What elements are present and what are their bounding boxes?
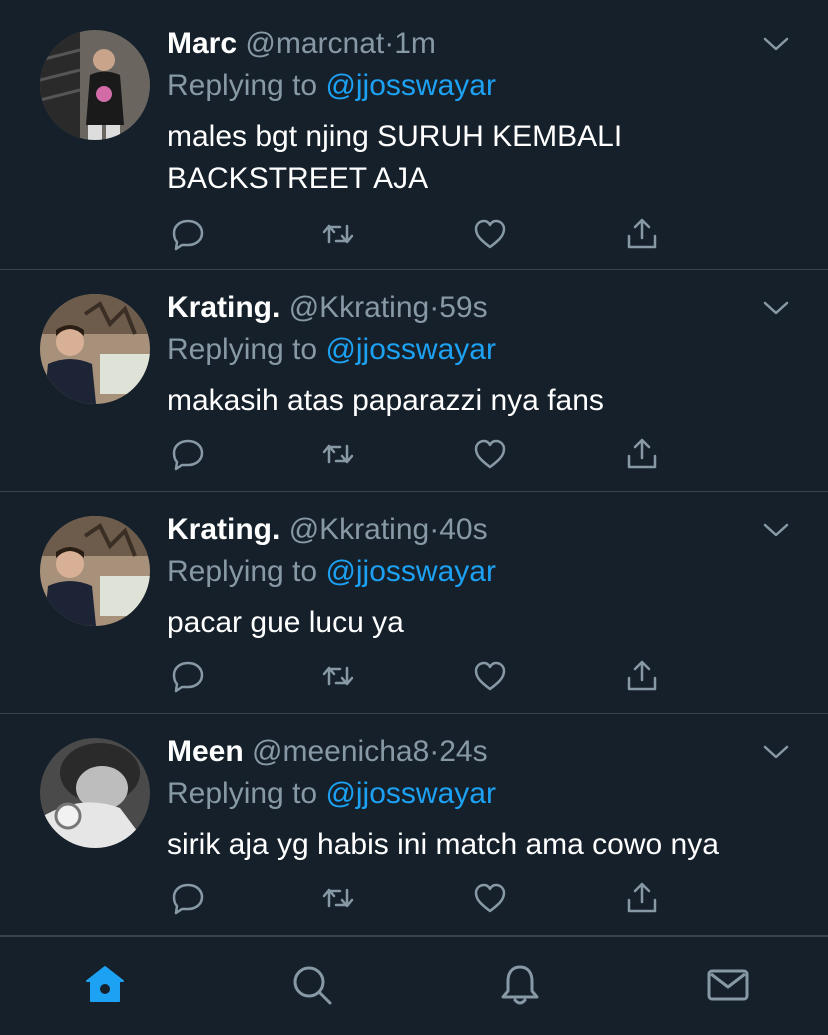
- replying-to-label: Replying to: [167, 777, 318, 810]
- retweet-icon[interactable]: [320, 436, 356, 472]
- share-icon[interactable]: [624, 216, 660, 252]
- tweet[interactable]: Meen @meenicha8·24s Replying to @jjosswa…: [0, 714, 828, 936]
- avatar[interactable]: [40, 294, 150, 404]
- separator: ·: [429, 513, 440, 546]
- mention-link[interactable]: @jjosswayar: [325, 777, 496, 810]
- replying-to: Replying to @jjosswayar: [167, 552, 496, 592]
- home-icon[interactable]: [83, 963, 127, 1007]
- retweet-icon[interactable]: [320, 216, 356, 252]
- display-name[interactable]: Meen: [167, 735, 244, 768]
- bottom-tab-bar: [0, 936, 828, 1035]
- replying-to: Replying to @jjosswayar: [167, 66, 496, 106]
- user-handle[interactable]: @marcnat: [245, 27, 384, 60]
- chevron-down-icon[interactable]: [762, 742, 790, 762]
- display-name[interactable]: Krating.: [167, 291, 280, 324]
- messages-icon[interactable]: [706, 963, 750, 1007]
- replying-to-label: Replying to: [167, 555, 318, 588]
- timestamp[interactable]: 24s: [439, 735, 487, 768]
- tweet-actions: [170, 880, 670, 920]
- reply-icon[interactable]: [170, 880, 206, 916]
- tweet-text: pacar gue lucu ya: [167, 606, 404, 639]
- display-name[interactable]: Marc: [167, 27, 237, 60]
- avatar[interactable]: [40, 738, 150, 848]
- display-name[interactable]: Krating.: [167, 513, 280, 546]
- share-icon[interactable]: [624, 658, 660, 694]
- reply-icon[interactable]: [170, 436, 206, 472]
- search-icon[interactable]: [290, 963, 334, 1007]
- share-icon[interactable]: [624, 436, 660, 472]
- tweet[interactable]: Krating. @Kkrating·59s Replying to @jjos…: [0, 270, 828, 492]
- chevron-down-icon[interactable]: [762, 520, 790, 540]
- chevron-down-icon[interactable]: [762, 298, 790, 318]
- user-handle[interactable]: @Kkrating: [289, 513, 430, 546]
- tweet-text: makasih atas paparazzi nya fans: [167, 384, 604, 417]
- tweet-text: males bgt njing SURUH KEMBALI BACKSTREET…: [167, 120, 623, 195]
- mention-link[interactable]: @jjosswayar: [325, 555, 496, 588]
- timestamp[interactable]: 40s: [439, 513, 487, 546]
- like-icon[interactable]: [472, 880, 508, 916]
- separator: ·: [429, 735, 440, 768]
- separator: ·: [384, 27, 395, 60]
- avatar[interactable]: [40, 516, 150, 626]
- timestamp[interactable]: 59s: [439, 291, 487, 324]
- tweet[interactable]: Marc @marcnat·1m Replying to @jjosswayar…: [0, 0, 828, 270]
- notifications-icon[interactable]: [498, 963, 542, 1007]
- retweet-icon[interactable]: [320, 658, 356, 694]
- retweet-icon[interactable]: [320, 880, 356, 916]
- like-icon[interactable]: [472, 658, 508, 694]
- mention-link[interactable]: @jjosswayar: [325, 333, 496, 366]
- tweet-header: Meen @meenicha8·24s: [167, 732, 488, 772]
- tweet-actions: [170, 658, 670, 698]
- replying-to-label: Replying to: [167, 333, 318, 366]
- replying-to-label: Replying to: [167, 69, 318, 102]
- tweet-header: Marc @marcnat·1m: [167, 24, 436, 64]
- tweet-header: Krating. @Kkrating·59s: [167, 288, 488, 328]
- tweet-actions: [170, 436, 670, 476]
- like-icon[interactable]: [472, 216, 508, 252]
- share-icon[interactable]: [624, 880, 660, 916]
- tweet[interactable]: Krating. @Kkrating·40s Replying to @jjos…: [0, 492, 828, 714]
- tweet-header: Krating. @Kkrating·40s: [167, 510, 488, 550]
- user-handle[interactable]: @meenicha8: [252, 735, 429, 768]
- replying-to: Replying to @jjosswayar: [167, 774, 496, 814]
- reply-icon[interactable]: [170, 216, 206, 252]
- replying-to: Replying to @jjosswayar: [167, 330, 496, 370]
- separator: ·: [429, 291, 440, 324]
- timestamp[interactable]: 1m: [394, 27, 436, 60]
- tweet-actions: [170, 216, 670, 256]
- like-icon[interactable]: [472, 436, 508, 472]
- avatar[interactable]: [40, 30, 150, 140]
- user-handle[interactable]: @Kkrating: [289, 291, 430, 324]
- reply-icon[interactable]: [170, 658, 206, 694]
- mention-link[interactable]: @jjosswayar: [325, 69, 496, 102]
- chevron-down-icon[interactable]: [762, 34, 790, 54]
- tweet-text: sirik aja yg habis ini match ama cowo ny…: [167, 828, 719, 861]
